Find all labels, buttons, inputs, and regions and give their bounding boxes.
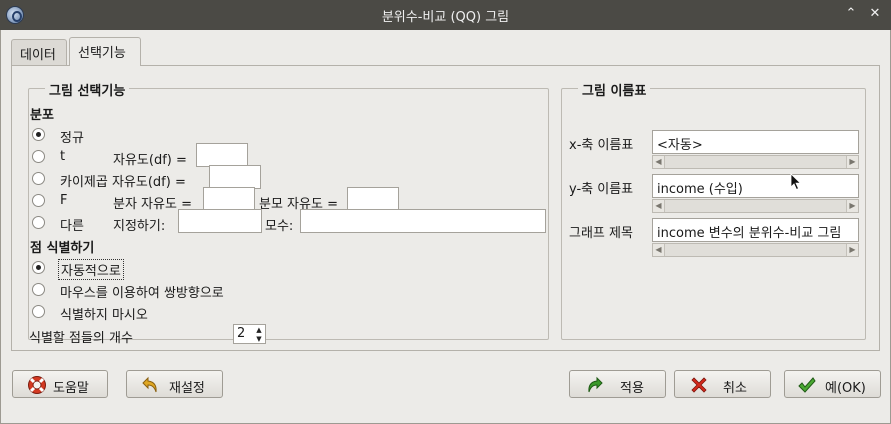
other-radio-row[interactable]: 다른 (30, 212, 110, 234)
point-count-spinner[interactable]: 2 ▲ ▼ (233, 324, 266, 344)
reset-button[interactable]: 재설정 (126, 370, 223, 398)
t-radio[interactable] (32, 150, 45, 163)
f-label: F (60, 193, 68, 208)
ylab-label: y-축 이름표 (569, 182, 634, 197)
other-radio[interactable] (32, 216, 45, 229)
spin-up-icon[interactable]: ▲ (254, 326, 264, 334)
auto-radio[interactable] (32, 261, 45, 274)
ylab-scrollbar[interactable]: ◀ ▶ (652, 199, 859, 213)
normal-radio[interactable] (32, 128, 45, 141)
cancel-button-label: 취소 (723, 381, 747, 396)
close-icon[interactable]: ✕ (866, 5, 884, 23)
cancel-x-icon (691, 377, 707, 393)
xlab-input[interactable]: <자동> (652, 130, 859, 154)
ok-button[interactable]: 예(OK) (784, 370, 881, 398)
chisq-df-input[interactable] (209, 165, 261, 189)
lifebuoy-icon (28, 376, 46, 394)
f-radio[interactable] (32, 194, 45, 207)
f-den-df-input[interactable] (347, 187, 399, 211)
no-identify-label: 식별하지 마시오 (60, 308, 148, 323)
no-identify-radio[interactable] (32, 305, 45, 318)
scroll-left-icon[interactable]: ◀ (653, 200, 665, 212)
plot-options-legend: 그림 선택기능 (45, 80, 130, 99)
undo-arrow-icon (142, 376, 157, 393)
mouse-pointer-icon (790, 173, 802, 191)
mouse-label: 마우스를 이용하여 쌍방향으로 (60, 286, 224, 301)
other-spec-input[interactable] (178, 209, 262, 233)
distribution-heading: 분포 (30, 108, 54, 123)
ok-button-label: 예(OK) (825, 381, 866, 396)
chisq-label: 카이제곱 자유도(df) = (60, 175, 186, 190)
scroll-left-icon[interactable]: ◀ (653, 156, 665, 168)
chisq-radio[interactable] (32, 172, 45, 185)
normal-label: 정규 (60, 131, 84, 146)
window-title: 분위수-비교 (QQ) 그림 (381, 10, 510, 25)
scroll-right-icon[interactable]: ▶ (846, 156, 858, 168)
xlab-label: x-축 이름표 (569, 138, 634, 153)
help-button-label: 도움말 (53, 381, 89, 396)
xlab-scrollbar[interactable]: ◀ ▶ (652, 155, 859, 169)
auto-radio-row[interactable]: 자동적으로 (30, 257, 230, 280)
mouse-radio[interactable] (32, 283, 45, 296)
f-radio-row[interactable]: F (30, 190, 110, 212)
t-df-input[interactable] (196, 143, 248, 167)
plot-labels-legend: 그림 이름표 (578, 80, 651, 99)
apply-button-label: 적용 (620, 381, 644, 396)
options-panel: 그림 선택기능 분포 정규 t 자유도(df) = 카이제곱 자유도(df) =… (11, 65, 880, 351)
params-input[interactable] (300, 209, 546, 233)
point-count-label: 식별할 점들의 개수 (29, 331, 133, 346)
identify-heading: 점 식별하기 (30, 241, 95, 256)
no-identify-radio-row[interactable]: 식별하지 마시오 (30, 301, 230, 323)
reset-button-label: 재설정 (169, 381, 205, 396)
main-title-scrollbar[interactable]: ◀ ▶ (652, 243, 859, 257)
apply-button[interactable]: 적용 (569, 370, 666, 398)
tab-options[interactable]: 선택기능 (69, 37, 141, 66)
t-df-label: 자유도(df) = (113, 153, 187, 168)
plot-labels-group: 그림 이름표 (561, 80, 866, 340)
checkmark-icon (798, 377, 816, 393)
scroll-left-icon[interactable]: ◀ (653, 244, 665, 256)
other-spec-label: 지정하기: (113, 219, 166, 234)
maximize-up-icon[interactable]: ⌃ (842, 5, 860, 23)
mouse-radio-row[interactable]: 마우스를 이용하여 쌍방향으로 (30, 279, 290, 301)
params-label: 모수: (265, 219, 294, 234)
main-title-input[interactable]: income 변수의 분위수-비교 그림 (652, 218, 859, 242)
t-label: t (60, 149, 66, 164)
redo-arrow-icon (588, 376, 603, 393)
scroll-right-icon[interactable]: ▶ (846, 200, 858, 212)
ylab-input[interactable]: income (수입) (652, 174, 859, 198)
f-num-df-input[interactable] (203, 187, 255, 211)
other-label: 다른 (60, 219, 84, 234)
help-button[interactable]: 도움말 (12, 370, 108, 398)
chisq-radio-row[interactable]: 카이제곱 자유도(df) = (30, 168, 200, 190)
dialog-window: 데이터 선택기능 그림 선택기능 분포 정규 t 자유도(df) = 카이제곱 … (0, 30, 891, 424)
title-bar: 분위수-비교 (QQ) 그림 ⌃ ✕ (0, 0, 891, 30)
point-count-value: 2 (237, 326, 246, 341)
tab-data[interactable]: 데이터 (11, 39, 67, 65)
main-title-label: 그래프 제목 (569, 226, 633, 241)
scroll-right-icon[interactable]: ▶ (846, 244, 858, 256)
cancel-button[interactable]: 취소 (674, 370, 771, 398)
spin-down-icon[interactable]: ▼ (254, 335, 264, 343)
auto-label: 자동적으로 (58, 259, 124, 280)
